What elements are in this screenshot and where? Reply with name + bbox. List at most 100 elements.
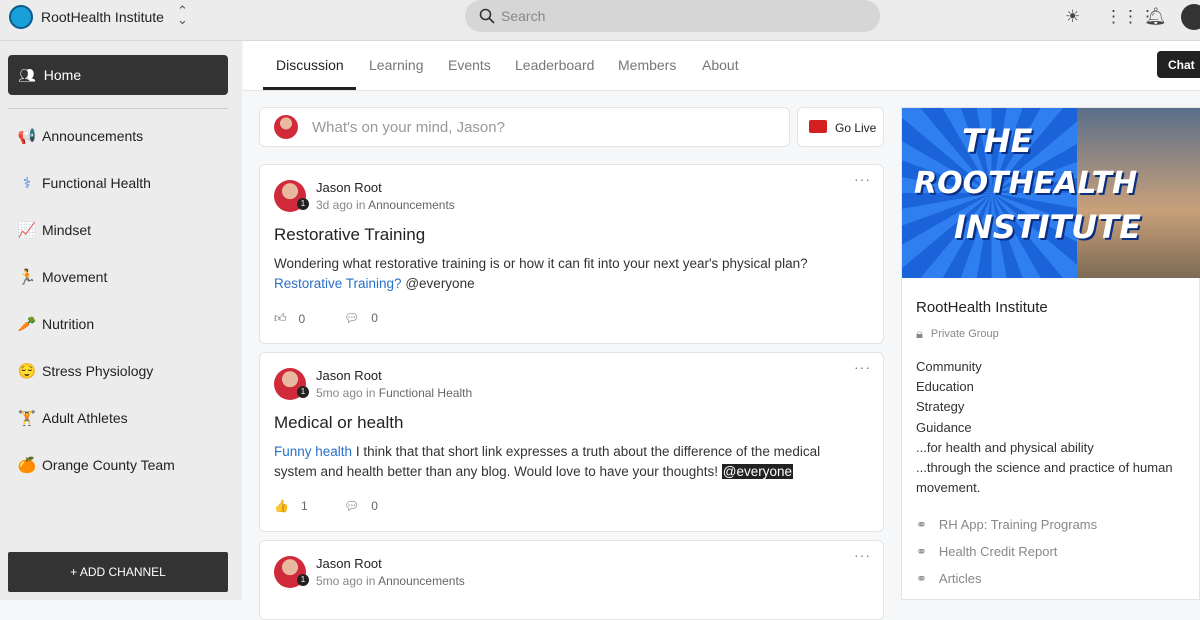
orange-icon: 🍊 [17, 457, 37, 474]
comment-icon: 💬︎ [344, 499, 360, 513]
channel-label: Announcements [42, 128, 144, 144]
user-avatar[interactable] [1181, 4, 1200, 30]
mention: @everyone [405, 276, 475, 291]
level-badge: 1 [297, 198, 309, 210]
comment-button[interactable]: 💬︎ 0 [344, 311, 378, 325]
sidebar-item-stress-physiology[interactable]: 😌 Stress Physiology [16, 362, 154, 380]
channel-label: Mindset [42, 222, 92, 238]
post-link[interactable]: Restorative Training? [274, 276, 402, 291]
add-channel-button[interactable]: + ADD CHANNEL [8, 552, 228, 592]
banner-text: THE [962, 122, 1033, 160]
go-live-button[interactable]: Go Live [797, 107, 884, 147]
caduceus-icon: ⚕ [22, 175, 32, 192]
tab-learning[interactable]: Learning [369, 57, 424, 73]
level-badge: 1 [297, 386, 309, 398]
post-title[interactable]: Restorative Training [274, 225, 425, 245]
channel-label: Movement [42, 269, 108, 285]
bell-icon[interactable]: 🔔︎ [1145, 7, 1167, 27]
like-button[interactable]: 👍 1 [274, 499, 308, 513]
like-count: 1 [300, 499, 308, 513]
post-card[interactable]: 1 Jason Root 5mo ago in Functional Healt… [259, 352, 884, 532]
level-badge: 1 [297, 574, 309, 586]
group-description: Community Education Strategy Guidance ...for… [916, 359, 1173, 496]
chart-icon: 📈 [17, 222, 37, 239]
tab-discussion[interactable]: Discussion [276, 57, 344, 73]
link-icon: ⚭ [916, 517, 927, 532]
comment-icon: 💬︎ [344, 311, 360, 325]
sidebar-item-announcements[interactable]: 📢 Announcements [16, 127, 144, 145]
sidebar-item-adult-athletes[interactable]: 🏋 Adult Athletes [16, 409, 128, 427]
tab-leaderboard[interactable]: Leaderboard [515, 57, 594, 73]
people-icon: 👥︎ [18, 66, 36, 83]
group-link[interactable]: ⚭ Health Credit Report [916, 544, 1057, 560]
switch-org-chevron-icon[interactable]: ⌃ ⌄ [177, 4, 188, 26]
thumbs-up-filled-icon: 👍 [274, 499, 289, 513]
group-banner: THE ROOTHEALTH INSTITUTE [902, 108, 1200, 278]
org-name[interactable]: RootHealth Institute [41, 9, 164, 25]
sidebar-item-mindset[interactable]: 📈 Mindset [16, 221, 91, 239]
search-placeholder: Search [501, 8, 546, 24]
channel-label: Nutrition [42, 316, 95, 332]
megaphone-icon: 📢 [17, 128, 37, 145]
chat-button[interactable]: Chat [1157, 51, 1200, 78]
tab-members[interactable]: Members [618, 57, 676, 73]
group-link[interactable]: ⚭ RH App: Training Programs [916, 517, 1097, 533]
author-name[interactable]: Jason Root [316, 368, 382, 383]
face-icon: 😌 [17, 363, 37, 380]
group-link[interactable]: ⚭ Articles [916, 571, 982, 587]
sidebar-item-nutrition[interactable]: 🥕 Nutrition [16, 315, 94, 333]
composer-placeholder: What's on your mind, Jason? [312, 119, 505, 136]
post-channel[interactable]: Announcements [368, 198, 455, 212]
post-meta: 5mo ago in Functional Health [316, 386, 473, 400]
like-count: 0 [298, 311, 306, 326]
more-options-icon[interactable]: ··· [854, 359, 871, 375]
channel-label: Adult Athletes [42, 410, 128, 426]
more-options-icon[interactable]: ··· [854, 171, 871, 187]
avatar [274, 115, 298, 139]
composer-input[interactable]: What's on your mind, Jason? [259, 107, 790, 147]
home-label: Home [43, 67, 82, 83]
theme-sun-icon[interactable]: ☀ [1065, 7, 1080, 27]
post-meta: 5mo ago in Announcements [316, 574, 465, 588]
athlete-icon: 🏋 [17, 410, 37, 427]
post-meta: 3d ago in Announcements [316, 198, 455, 212]
sidebar-item-movement[interactable]: 🏃 Movement [16, 268, 108, 286]
link-icon: ⚭ [916, 544, 927, 559]
group-name: RootHealth Institute [916, 299, 1048, 316]
banner-text: INSTITUTE [954, 208, 1141, 246]
post-title[interactable]: Medical or health [274, 413, 403, 433]
comment-button[interactable]: 💬︎ 0 [344, 499, 378, 513]
org-logo[interactable] [9, 5, 33, 29]
post-channel[interactable]: Announcements [378, 574, 465, 588]
tab-about[interactable]: About [702, 57, 739, 73]
tab-bar: Discussion Learning Events Leaderboard M… [243, 41, 1200, 91]
sidebar-item-orange-county-team[interactable]: 🍊 Orange County Team [16, 456, 175, 474]
post-card[interactable]: 1 Jason Root 3d ago in Announcements ···… [259, 164, 884, 344]
sidebar-item-functional-health[interactable]: ⚕ Functional Health [16, 174, 151, 192]
search-input[interactable]: Search [465, 0, 880, 32]
tab-events[interactable]: Events [448, 57, 491, 73]
comment-count: 0 [371, 311, 378, 325]
sidebar-item-home[interactable]: 👥︎ Home [8, 55, 228, 95]
post-link[interactable]: Funny health [274, 444, 352, 459]
top-bar: RootHealth Institute ⌃ ⌄ Search ☀ ⋮⋮⋮ 🔔︎ [0, 0, 1200, 41]
like-button[interactable]: 👍︎ 0 [274, 311, 305, 326]
post-body: Funny health I think that that short lin… [274, 444, 821, 479]
divider [8, 108, 228, 109]
post-body: Wondering what restorative training is o… [274, 256, 808, 291]
video-camera-icon [809, 120, 827, 133]
channel-label: Orange County Team [42, 457, 175, 473]
channel-label: Functional Health [42, 175, 151, 191]
author-name[interactable]: Jason Root [316, 180, 382, 195]
channel-label: Stress Physiology [42, 363, 154, 379]
link-icon: ⚭ [916, 571, 927, 586]
more-options-icon[interactable]: ··· [854, 547, 871, 563]
post-channel[interactable]: Functional Health [379, 386, 472, 400]
sidebar: 👥︎ Home 📢 Announcements ⚕ Functional Healt… [0, 41, 242, 600]
thumbs-up-icon: 👍︎ [274, 311, 287, 325]
post-card[interactable]: 1 Jason Root 5mo ago in Announcements ··… [259, 540, 884, 620]
comment-count: 0 [371, 499, 378, 513]
author-name[interactable]: Jason Root [316, 556, 382, 571]
active-tab-indicator [263, 87, 356, 90]
lock-icon: 🔒︎ [916, 326, 923, 341]
